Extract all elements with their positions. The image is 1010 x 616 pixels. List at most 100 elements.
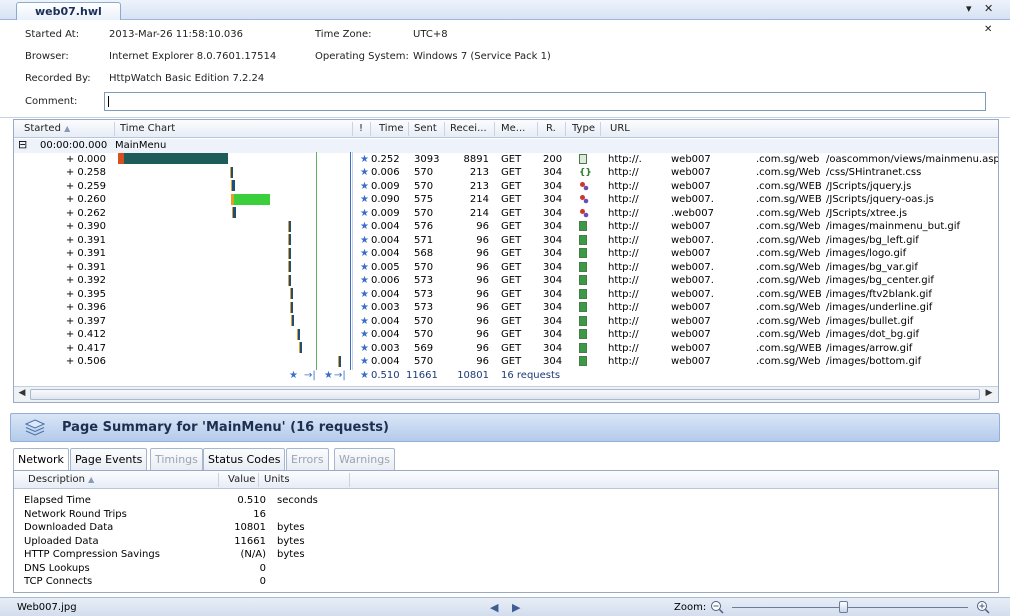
comment-input[interactable]: [104, 92, 986, 111]
col-time[interactable]: Time: [379, 123, 403, 134]
col-warning[interactable]: !: [359, 123, 363, 134]
scroll-left-icon[interactable]: ◀: [15, 388, 29, 401]
time-chart-bar[interactable]: [290, 315, 294, 326]
time-chart-bar[interactable]: [288, 234, 291, 245]
previous-icon[interactable]: ◀: [490, 601, 498, 614]
summary-row[interactable]: HTTP Compression Savings (N/A) bytes: [14, 549, 998, 563]
time-chart-bar[interactable]: [288, 247, 291, 259]
cell-star: ★: [360, 207, 369, 219]
cell-url2: web007: [671, 315, 711, 327]
zoom-in-chart-icon[interactable]: ★: [289, 369, 298, 382]
cell-url1: http://: [608, 315, 639, 327]
os-value: Windows 7 (Service Pack 1): [413, 51, 551, 62]
zoom-in-icon[interactable]: [976, 600, 990, 614]
col-result[interactable]: R.: [546, 123, 556, 134]
cell-url2: web007: [671, 342, 711, 354]
zoom-slider-thumb[interactable]: [838, 601, 848, 613]
col-time-chart[interactable]: Time Chart: [120, 123, 175, 134]
collapse-icon[interactable]: ⊟: [18, 139, 27, 151]
cell-url1: http://: [608, 356, 639, 367]
cell-method: GET: [501, 342, 522, 354]
col-url[interactable]: URL: [610, 123, 630, 134]
summary-value: 16: [253, 508, 266, 520]
cell-url3: .com.sg/Web: [756, 221, 821, 232]
document-tab[interactable]: web07.hwl: [16, 2, 121, 20]
browser-label: Browser:: [25, 51, 69, 62]
time-chart-bar[interactable]: [297, 328, 301, 340]
tab-status-codes[interactable]: Status Codes: [203, 448, 286, 470]
pane-close-icon[interactable]: ✕: [984, 24, 992, 35]
summary-value: (N/A): [240, 549, 267, 560]
tab-page-events[interactable]: Page Events: [70, 448, 148, 470]
col-method[interactable]: Me...: [501, 123, 525, 134]
page-group-row[interactable]: ⊟ 00:00:00.000 MainMenu: [14, 139, 998, 153]
dropdown-icon[interactable]: ▾: [966, 2, 972, 15]
total-received: 10801: [457, 370, 489, 381]
cell-recv: 8891: [463, 153, 489, 165]
time-chart-bar[interactable]: [338, 355, 341, 367]
cell-time: 0.004: [371, 356, 400, 367]
cell-recv: 96: [476, 261, 489, 273]
tab-errors[interactable]: Errors: [286, 448, 329, 470]
cell-started: + 0.260: [65, 194, 106, 205]
summary-desc: Elapsed Time: [24, 495, 91, 506]
tab-network[interactable]: Network: [13, 448, 69, 471]
recorded-by-value: HttpWatch Basic Edition 7.2.24: [109, 73, 265, 84]
col-received[interactable]: Recei...: [450, 123, 487, 134]
time-chart-bar[interactable]: [230, 166, 234, 178]
cell-url2: web007.: [671, 275, 714, 286]
cell-url2: web007: [671, 329, 711, 340]
chart-end-arrow-icon[interactable]: →|: [334, 369, 346, 382]
document-tab-label: web07.hwl: [35, 5, 102, 18]
col-units[interactable]: Units: [264, 474, 290, 485]
time-chart-bar[interactable]: [290, 301, 294, 313]
horizontal-scrollbar[interactable]: ◀ ▶: [14, 386, 998, 402]
time-chart-bar[interactable]: [289, 288, 293, 299]
summary-row[interactable]: Uploaded Data 11661 bytes: [14, 536, 998, 550]
cell-recv: 96: [476, 275, 489, 286]
col-value[interactable]: Value: [228, 474, 255, 485]
col-started[interactable]: Started ▲: [24, 123, 70, 134]
col-description[interactable]: Description ▲: [28, 474, 94, 485]
time-chart-bar[interactable]: [288, 274, 292, 286]
summary-row[interactable]: Elapsed Time 0.510 seconds: [14, 495, 998, 509]
js-type-icon: [579, 208, 589, 218]
col-type[interactable]: Type: [572, 123, 595, 134]
cell-method: GET: [501, 248, 522, 259]
cell-result: 304: [543, 194, 563, 205]
cell-started: + 0.391: [65, 234, 106, 246]
cell-started: + 0.391: [65, 248, 106, 259]
summary-row[interactable]: DNS Lookups 0: [14, 563, 998, 577]
scroll-thumb[interactable]: [30, 389, 980, 400]
summary-row[interactable]: Network Round Trips 16: [14, 509, 998, 523]
time-chart-bar[interactable]: [288, 261, 291, 272]
zoom-out-icon[interactable]: [710, 600, 724, 614]
cell-url1: http://: [608, 342, 639, 354]
next-icon[interactable]: ▶: [512, 601, 520, 614]
cell-url4: /JScripts/jquery.js: [826, 180, 912, 192]
time-chart-bar[interactable]: [230, 180, 235, 191]
tab-warnings[interactable]: Warnings: [334, 448, 395, 470]
chart-arrow-icon[interactable]: →|: [304, 369, 316, 382]
time-chart-bar[interactable]: [287, 220, 291, 232]
cell-url3: .com.sg/Web: [756, 275, 821, 286]
cell-star: ★: [360, 302, 369, 313]
css-type-icon: {}: [579, 168, 592, 178]
scroll-right-icon[interactable]: ▶: [982, 388, 996, 401]
zoom-slider-track[interactable]: [732, 607, 968, 608]
cell-url1: http://: [608, 221, 639, 232]
col-sent[interactable]: Sent: [414, 123, 437, 134]
time-chart-bar[interactable]: [231, 207, 236, 218]
close-icon[interactable]: ✕: [984, 2, 993, 15]
cell-star: ★: [360, 167, 369, 178]
summary-row[interactable]: TCP Connects 0: [14, 576, 998, 590]
time-chart-bar[interactable]: [231, 193, 271, 205]
cell-time: 0.252: [371, 153, 400, 165]
summary-row[interactable]: Downloaded Data 10801 bytes: [14, 522, 998, 536]
cell-result: 304: [543, 356, 563, 367]
cell-started: + 0.262: [65, 207, 106, 219]
tab-timings[interactable]: Timings: [150, 448, 203, 470]
time-chart-bar[interactable]: [299, 342, 303, 353]
time-chart-bar[interactable]: [118, 153, 228, 164]
cell-url4: /images/logo.gif: [826, 248, 907, 259]
